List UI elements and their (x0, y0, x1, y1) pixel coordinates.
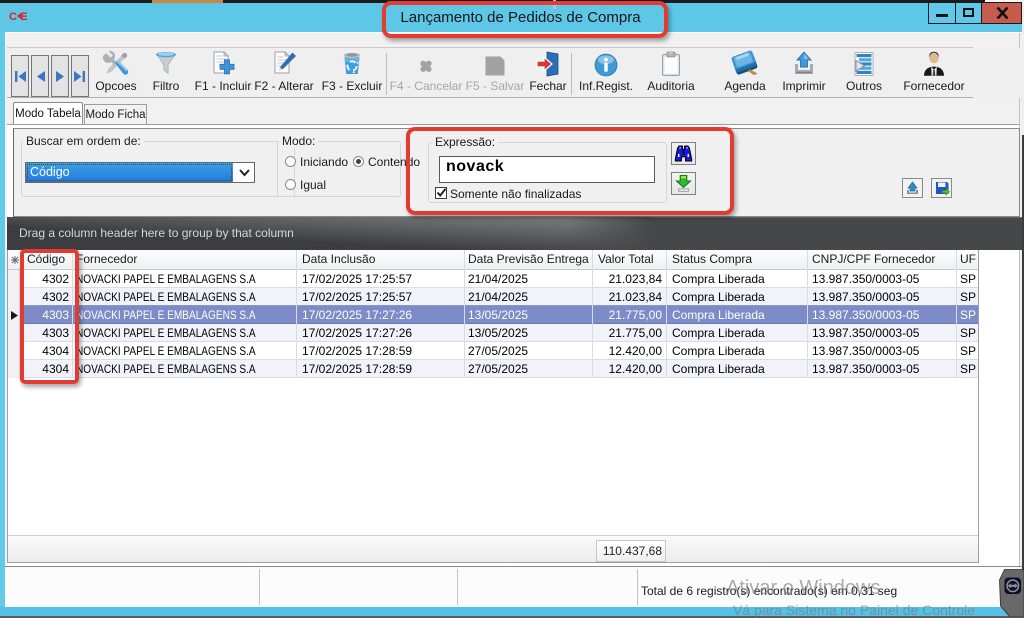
svg-text:C: C (9, 11, 17, 21)
svg-text:E: E (21, 11, 28, 21)
